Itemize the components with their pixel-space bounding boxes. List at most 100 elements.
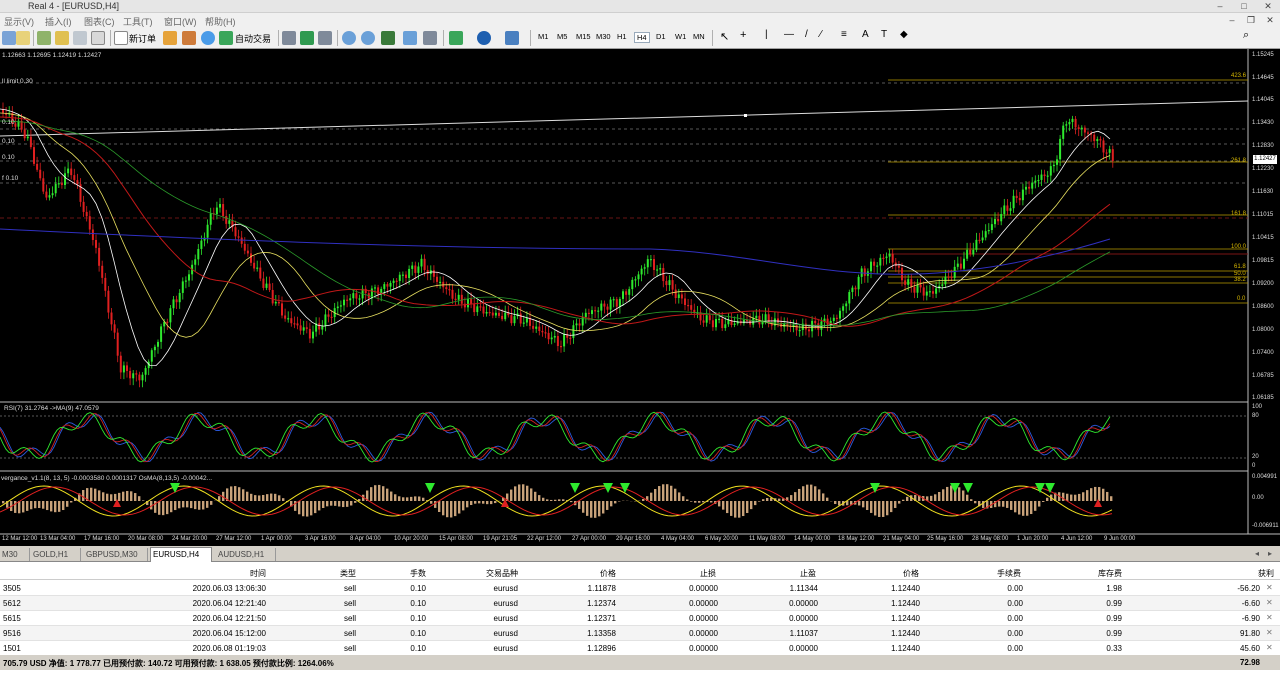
col-open-price[interactable]: 价格 (580, 568, 616, 579)
close-order-icon[interactable]: ✕ (1266, 598, 1273, 607)
trendline-icon[interactable]: / (805, 29, 808, 40)
rsi-scale-tick: 20 (1252, 454, 1259, 460)
zoom-in-icon[interactable] (342, 31, 356, 45)
col-time[interactable]: 时间 (218, 568, 266, 579)
timeframe-h4[interactable]: H4 (634, 32, 650, 43)
osma-bar (866, 501, 869, 510)
terminal-icon[interactable] (91, 31, 105, 45)
table-row[interactable]: 5612 2020.06.04 12:21:40 sell 0.10 eurus… (0, 596, 1280, 611)
table-row[interactable]: 1501 2020.06.08 01:19:03 sell 0.10 eurus… (0, 641, 1280, 656)
horizontal-line-icon[interactable]: — (784, 29, 794, 40)
tab-gbpusd-m30[interactable]: GBPUSD,M30 (84, 548, 148, 561)
market-icon[interactable] (201, 31, 215, 45)
osma-bar (134, 493, 137, 501)
timeframe-m1[interactable]: M1 (538, 32, 548, 41)
new-chart-icon[interactable] (2, 31, 16, 45)
candle-body (498, 312, 500, 316)
new-order-button[interactable]: 新订单 (129, 32, 156, 45)
chart-shift-icon[interactable] (423, 31, 437, 45)
close-order-icon[interactable]: ✕ (1266, 613, 1273, 622)
timeframe-m15[interactable]: M15 (576, 32, 591, 41)
col-stop-loss[interactable]: 止损 (680, 568, 716, 579)
osma-bar (662, 484, 665, 501)
osma-bar (126, 490, 129, 501)
fibonacci-icon[interactable]: ≡ (841, 29, 847, 40)
col-swap[interactable]: 库存费 (1086, 568, 1122, 579)
candle-body (764, 314, 767, 321)
label-icon[interactable]: T (881, 29, 887, 40)
move-icon[interactable] (37, 31, 51, 45)
candle-body (290, 318, 293, 324)
minimize-icon[interactable]: – (1213, 1, 1227, 12)
profiles-icon[interactable] (16, 31, 30, 45)
navigator-icon[interactable] (55, 31, 69, 45)
editor-icon[interactable] (182, 31, 196, 45)
timeframe-m30[interactable]: M30 (596, 32, 611, 41)
table-row[interactable]: 3505 2020.06.03 13:06:30 sell 0.10 eurus… (0, 581, 1280, 596)
crosshair-icon[interactable]: + (740, 29, 746, 41)
auto-scroll-icon[interactable] (403, 31, 417, 45)
tab-audusd-h1[interactable]: AUDUSD,H1 (216, 548, 276, 561)
table-row[interactable]: 9516 2020.06.04 15:12:00 sell 0.10 eurus… (0, 626, 1280, 641)
table-row[interactable]: 5615 2020.06.04 12:21:50 sell 0.10 eurus… (0, 611, 1280, 626)
tab-gold-h1[interactable]: GOLD,H1 (31, 548, 81, 561)
search-icon[interactable]: ⌕ (1243, 29, 1249, 42)
timeframe-m5[interactable]: M5 (557, 32, 567, 41)
candle-body (126, 365, 128, 371)
order-type: sell (343, 614, 356, 623)
new-order-icon[interactable] (114, 31, 128, 45)
osma-bar (1006, 501, 1009, 508)
bar-chart-icon[interactable] (282, 31, 296, 45)
candle-body (1052, 164, 1055, 167)
child-close-icon[interactable]: ✕ (1263, 14, 1277, 26)
maximize-icon[interactable]: □ (1237, 1, 1251, 12)
timeframe-d1[interactable]: D1 (656, 32, 666, 41)
close-order-icon[interactable]: ✕ (1266, 583, 1273, 592)
timeframe-mn[interactable]: MN (693, 32, 705, 41)
data-window-icon[interactable] (73, 31, 87, 45)
col-take-profit[interactable]: 止盈 (780, 568, 816, 579)
tab-m30[interactable]: M30 (0, 548, 30, 561)
col-profit[interactable]: 获利 (1238, 568, 1274, 579)
shapes-icon[interactable]: ◆ (900, 29, 908, 40)
zoom-out-icon[interactable] (361, 31, 375, 45)
close-icon[interactable]: ✕ (1261, 1, 1275, 12)
templates-icon[interactable] (505, 31, 519, 45)
col-type[interactable]: 类型 (320, 568, 356, 579)
osma-bar (34, 501, 37, 509)
strategy-tester-icon[interactable] (163, 31, 177, 45)
close-order-icon[interactable]: ✕ (1266, 643, 1273, 652)
col-price[interactable]: 价格 (883, 568, 919, 579)
text-icon[interactable]: A (862, 29, 869, 40)
child-minimize-icon[interactable]: – (1225, 14, 1239, 26)
auto-trade-button[interactable]: 自动交易 (235, 32, 271, 45)
cursor-icon[interactable]: ↖ (720, 30, 729, 43)
candle-body (457, 294, 460, 300)
osma-bar (178, 501, 181, 509)
candle-body (522, 322, 525, 324)
indicators-icon[interactable] (449, 31, 463, 45)
osma-bar (598, 501, 601, 517)
scroll-right-icon[interactable]: ▸ (1268, 549, 1272, 558)
scroll-left-icon[interactable]: ◂ (1255, 549, 1259, 558)
chart-window[interactable]: 1.12663 1.12695 1.12419 1.12427 ll limit… (0, 49, 1280, 546)
vertical-line-icon[interactable]: | (765, 29, 768, 40)
candle-body (578, 323, 581, 326)
candle-body (299, 325, 302, 331)
timeframe-h1[interactable]: H1 (617, 32, 627, 41)
tab-eurusd-h4[interactable]: EURUSD,H4 (150, 547, 212, 562)
col-lots[interactable]: 手数 (390, 568, 426, 579)
col-commission[interactable]: 手续费 (985, 568, 1021, 579)
tile-windows-icon[interactable] (381, 31, 395, 45)
candlestick-icon[interactable] (300, 31, 314, 45)
child-restore-icon[interactable]: ❐ (1244, 14, 1258, 26)
close-order-icon[interactable]: ✕ (1266, 628, 1273, 637)
line-chart-icon[interactable] (318, 31, 332, 45)
col-symbol[interactable]: 交易品种 (470, 568, 518, 579)
timeframe-w1[interactable]: W1 (675, 32, 686, 41)
channel-icon[interactable]: ∕ (820, 29, 822, 40)
candle-body (538, 326, 541, 332)
periods-icon[interactable] (477, 31, 491, 45)
time-tick: 9 Jun 00:00 (1104, 536, 1136, 542)
auto-trade-icon[interactable] (219, 31, 233, 45)
